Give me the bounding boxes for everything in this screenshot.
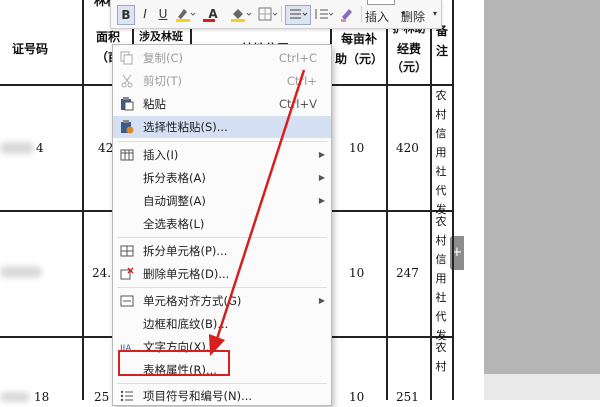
annotation-arrow — [209, 69, 306, 356]
